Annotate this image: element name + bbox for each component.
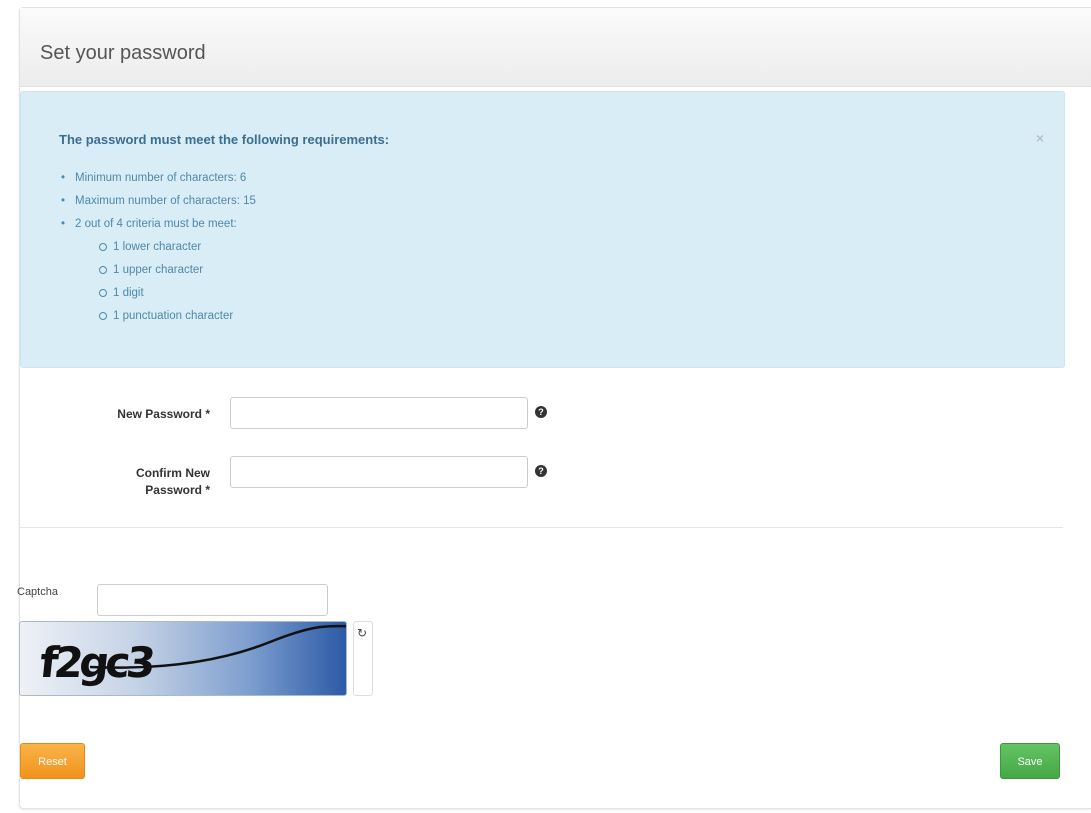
list-item: 1 digit <box>61 282 256 305</box>
close-icon[interactable]: × <box>1036 130 1044 146</box>
captcha-text: f2gc3 <box>37 638 155 687</box>
captcha-input[interactable] <box>97 584 328 616</box>
help-icon[interactable]: ? <box>535 406 547 418</box>
list-item: • 2 out of 4 criteria must be meet: <box>61 218 237 230</box>
list-item: 1 upper character <box>61 259 256 282</box>
divider <box>20 527 1063 528</box>
alert-heading: The password must meet the following req… <box>59 132 390 147</box>
requirements-list: • Minimum number of characters: 6 • Maximu… <box>61 167 256 328</box>
new-password-label: New Password * <box>117 407 210 421</box>
save-button[interactable]: Save <box>1000 743 1060 779</box>
captcha-image: f2gc3 <box>19 621 347 696</box>
list-item: • Maximum number of characters: 15 <box>61 195 256 207</box>
list-item: 1 punctuation character <box>61 305 256 328</box>
captcha-refresh-button[interactable]: ↻ <box>353 621 373 696</box>
help-icon[interactable]: ? <box>535 465 547 477</box>
captcha-label: Captcha <box>17 586 58 598</box>
confirm-password-field[interactable] <box>230 456 528 488</box>
list-item: 1 lower character <box>61 236 256 259</box>
new-password-field[interactable] <box>230 397 528 429</box>
reset-button[interactable]: Reset <box>20 743 85 779</box>
panel-heading: Set your password <box>20 8 1091 87</box>
confirm-password-label: Confirm New Password * <box>135 466 210 497</box>
refresh-icon: ↻ <box>357 626 368 640</box>
requirements-alert: × The password must meet the following r… <box>20 91 1065 368</box>
page-title: Set your password <box>40 42 206 64</box>
list-item: • Minimum number of characters: 6 <box>61 172 247 184</box>
